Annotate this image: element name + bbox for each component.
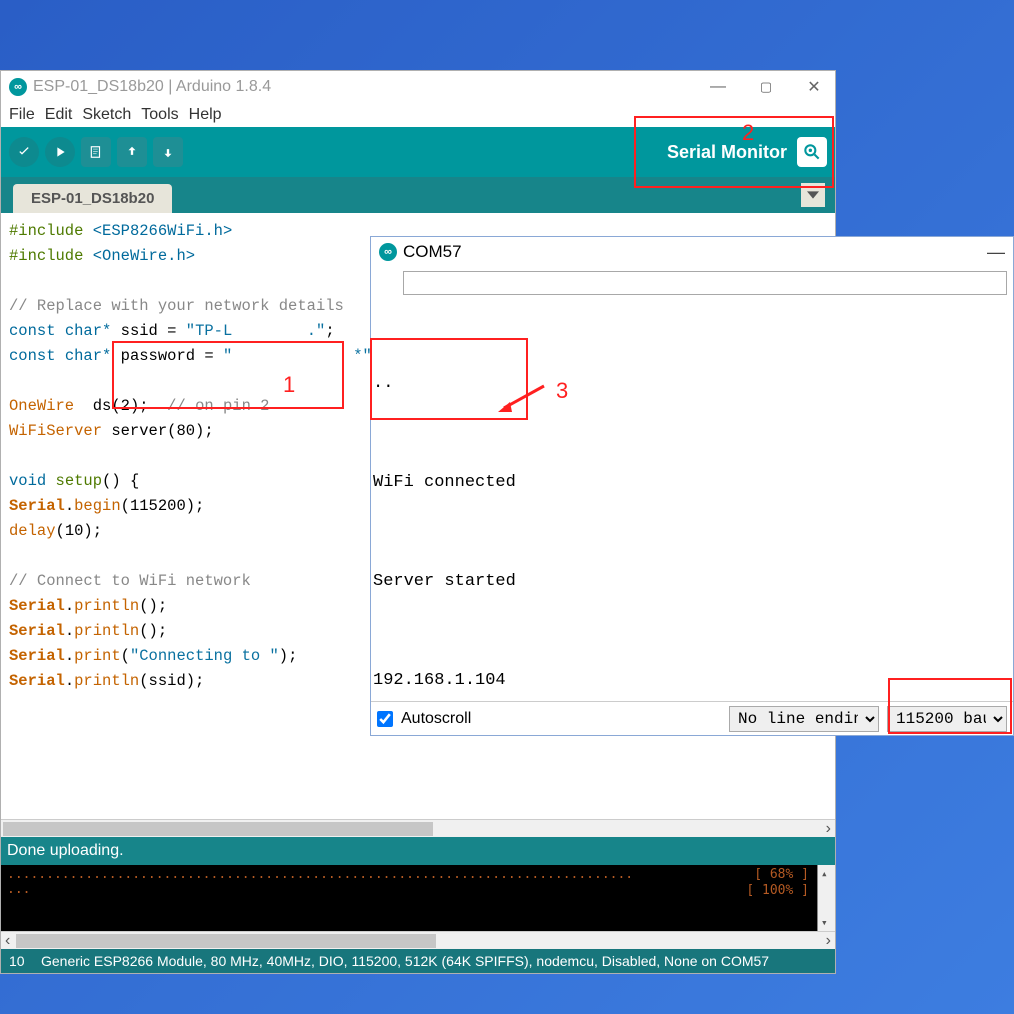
verify-button[interactable] [9,137,39,167]
board-info-strip: 10 Generic ESP8266 Module, 80 MHz, 40MHz… [1,949,835,973]
upload-button[interactable] [45,137,75,167]
serial-line: WiFi connected [373,466,1009,499]
serial-title: COM57 [403,242,462,262]
status-text: Done uploading. [7,842,124,860]
console-vertical-scrollbar[interactable]: ▴ ▾ [817,865,835,931]
annotation-label-1: 1 [283,372,295,398]
save-sketch-button[interactable] [153,137,183,167]
editor-horizontal-scrollbar[interactable]: › [1,819,835,837]
serial-monitor-window: ∞ COM57 — .. WiFi connected Server start… [370,236,1014,736]
minimize-button[interactable] [705,74,731,100]
serial-minimize-button[interactable]: — [987,242,1005,263]
window-title: ESP-01_DS18b20 | Arduino 1.8.4 [33,78,705,96]
scroll-up-icon[interactable]: ▴ [821,867,828,880]
annotation-label-2: 2 [742,120,754,146]
autoscroll-label: Autoscroll [401,710,471,728]
baud-rate-select[interactable]: 115200 baud [887,706,1007,732]
scroll-right-icon[interactable]: › [826,932,831,950]
serial-monitor-label: Serial Monitor [667,142,791,163]
tab-sketch[interactable]: ESP-01_DS18b20 [13,184,172,213]
console-horizontal-scrollbar[interactable]: ‹ › [1,931,835,949]
autoscroll-checkbox[interactable] [377,711,393,727]
serial-footer: Autoscroll No line ending 115200 baud [371,701,1013,735]
serial-send-input[interactable] [403,271,1007,295]
scroll-thumb[interactable] [3,822,433,836]
serial-line: .. [373,367,1009,400]
line-ending-select[interactable]: No line ending [729,706,879,732]
serial-line: 192.168.1.104 [373,664,1009,697]
serial-monitor-button[interactable] [797,137,827,167]
window-controls [705,74,827,100]
annotation-label-3: 3 [556,378,568,404]
board-info: Generic ESP8266 Module, 80 MHz, 40MHz, D… [41,953,827,969]
arduino-logo-icon: ∞ [379,243,397,261]
serial-output[interactable]: .. WiFi connected Server started 192.168… [371,299,1013,701]
scroll-thumb[interactable] [16,934,436,948]
toolbar: Serial Monitor [1,127,835,177]
tab-menu-button[interactable] [801,183,825,207]
status-strip: Done uploading. [1,837,835,865]
line-number: 10 [9,953,41,969]
scroll-left-icon[interactable]: ‹ [1,932,14,950]
serial-titlebar: ∞ COM57 — [371,237,1013,267]
scroll-right-icon[interactable]: › [822,820,835,838]
maximize-button[interactable] [753,74,779,100]
menu-help[interactable]: Help [185,106,226,124]
open-sketch-button[interactable] [117,137,147,167]
menu-sketch[interactable]: Sketch [78,106,135,124]
menubar: File Edit Sketch Tools Help [1,103,835,127]
menu-tools[interactable]: Tools [137,106,182,124]
close-button[interactable] [801,74,827,100]
output-console[interactable]: ........................................… [1,865,835,931]
new-sketch-button[interactable] [81,137,111,167]
scroll-down-icon[interactable]: ▾ [821,916,828,929]
serial-line: Server started [373,565,1009,598]
tab-bar: ESP-01_DS18b20 [1,177,835,213]
arduino-logo-icon: ∞ [9,78,27,96]
menu-file[interactable]: File [5,106,39,124]
titlebar: ∞ ESP-01_DS18b20 | Arduino 1.8.4 [1,71,835,103]
menu-edit[interactable]: Edit [41,106,77,124]
